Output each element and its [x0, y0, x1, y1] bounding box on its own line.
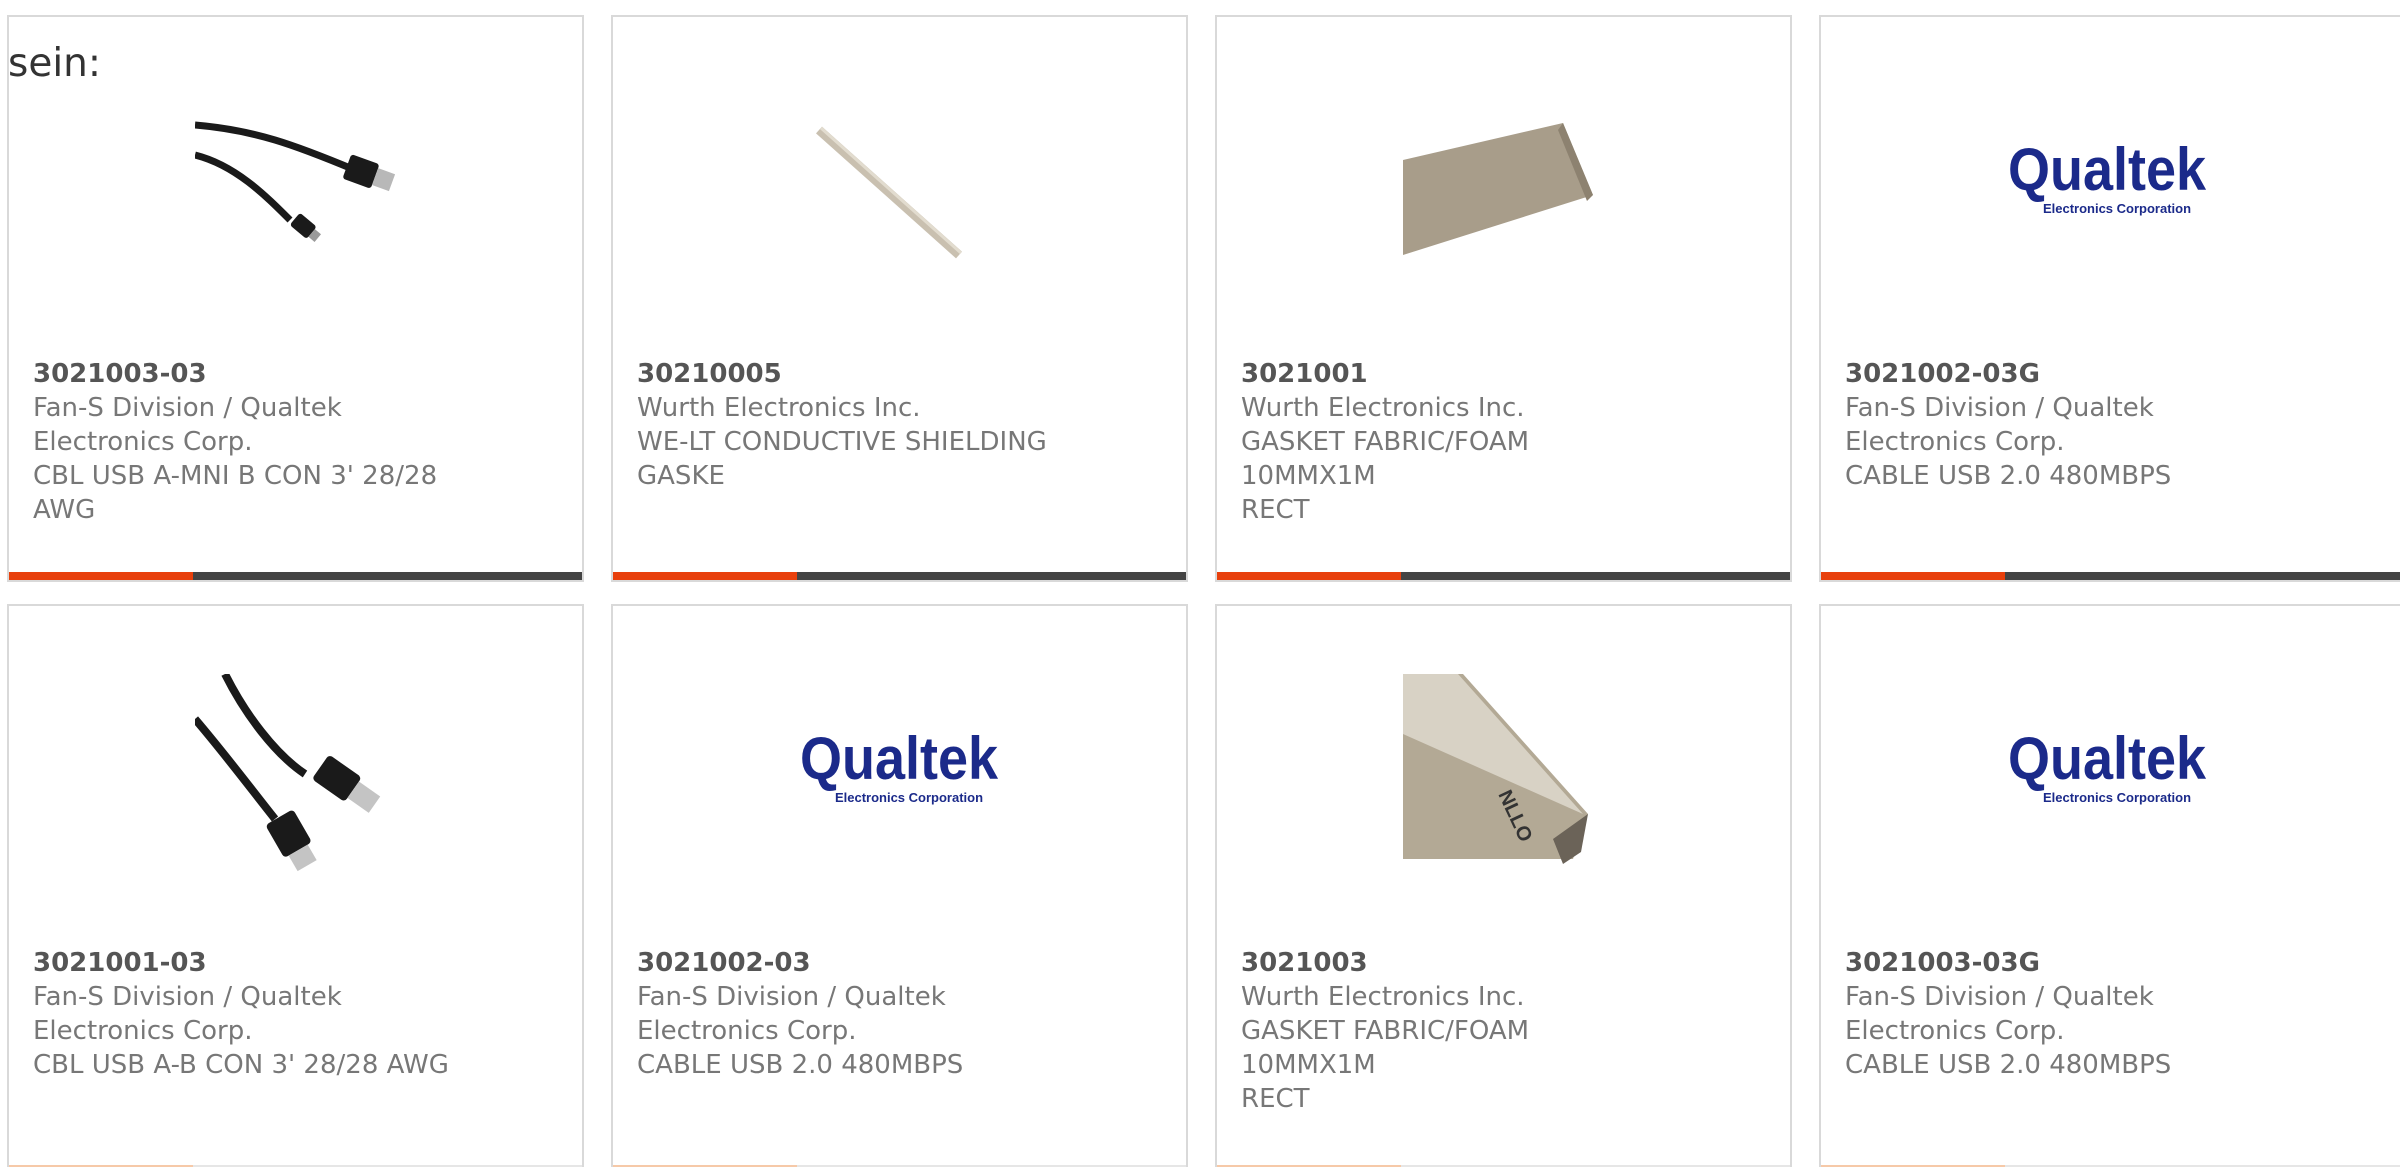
card-accent — [1821, 572, 2005, 580]
logo-tagline: Electronics Corporation — [2043, 790, 2191, 805]
fabric-gasket-icon — [1403, 123, 1593, 255]
product-info: 3021003 Wurth Electronics Inc. GASKET FA… — [1241, 946, 1671, 1116]
product-image[interactable] — [1403, 85, 1603, 285]
logo-brand: Qualtek — [2008, 136, 2206, 203]
part-number-link[interactable]: 3021001 — [1241, 357, 1671, 391]
product-card[interactable]: Qualtek Electronics Corporation 3021003-… — [1819, 604, 2400, 1167]
manufacturer: Electronics Corp. — [1845, 427, 2065, 457]
product-card[interactable]: 3021001-03 Fan-S Division / Qualtek Elec… — [7, 604, 584, 1167]
manufacturer: Wurth Electronics Inc. — [1241, 982, 1525, 1012]
qualtek-logo: Qualtek Electronics Corporation — [799, 674, 999, 874]
part-number-link[interactable]: 3021003-03 — [33, 357, 463, 391]
product-info: 3021001 Wurth Electronics Inc. GASKET FA… — [1241, 357, 1671, 527]
card-bottom-bar — [613, 572, 1186, 580]
product-info: 3021001-03 Fan-S Division / Qualtek Elec… — [33, 946, 463, 1082]
card-bottom-bar — [1821, 572, 2400, 580]
part-number-link[interactable]: 3021002-03G — [1845, 357, 2275, 391]
intro-text: sein: — [8, 41, 102, 86]
gasket-profile-icon: NLLO — [1403, 674, 1588, 864]
product-info: 3021003-03 Fan-S Division / Qualtek Elec… — [33, 357, 463, 527]
product-info: 3021002-03G Fan-S Division / Qualtek Ele… — [1845, 357, 2275, 493]
qualtek-logo: Qualtek Electronics Corporation — [2007, 85, 2207, 285]
product-card[interactable]: 3021003-03 Fan-S Division / Qualtek Elec… — [7, 15, 584, 582]
product-card[interactable]: Qualtek Electronics Corporation 3021002-… — [1819, 15, 2400, 582]
description: GASKET FABRIC/FOAM 10MMX1M — [1241, 1016, 1530, 1080]
manufacturer: Fan-S Division / Qualtek — [33, 982, 342, 1012]
product-info: 3021003-03G Fan-S Division / Qualtek Ele… — [1845, 946, 2275, 1082]
description: CBL USB A-B CON 3' 28/28 AWG — [33, 1050, 449, 1080]
manufacturer: Wurth Electronics Inc. — [1241, 393, 1525, 423]
description: RECT — [1241, 1084, 1310, 1114]
product-grid-page: sein: 3021003-03 Fan-S Division / Qualte… — [0, 0, 2400, 1167]
manufacturer: Fan-S Division / Qualtek — [637, 982, 946, 1012]
description: GASKET FABRIC/FOAM 10MMX1M — [1241, 427, 1530, 491]
product-card[interactable]: Qualtek Electronics Corporation 3021002-… — [611, 604, 1188, 1167]
card-accent — [613, 572, 797, 580]
part-number-link[interactable]: 3021001-03 — [33, 946, 463, 980]
product-image[interactable] — [195, 85, 395, 285]
product-image[interactable]: Qualtek Electronics Corporation — [799, 674, 999, 874]
description: WE-LT CONDUCTIVE SHIELDING — [637, 427, 1047, 457]
product-card[interactable]: 3021001 Wurth Electronics Inc. GASKET FA… — [1215, 15, 1792, 582]
product-image[interactable] — [799, 85, 999, 285]
manufacturer: Wurth Electronics Inc. — [637, 393, 921, 423]
logo-tagline: Electronics Corporation — [835, 790, 983, 805]
description: CABLE USB 2.0 480MBPS — [1845, 461, 2172, 491]
logo-brand: Qualtek — [800, 725, 998, 792]
product-info: 30210005 Wurth Electronics Inc. WE-LT CO… — [637, 357, 1067, 493]
logo-brand: Qualtek — [2008, 725, 2206, 792]
card-bottom-bar — [9, 572, 582, 580]
manufacturer: Electronics Corp. — [637, 1016, 857, 1046]
description: CABLE USB 2.0 480MBPS — [1845, 1050, 2172, 1080]
part-number-link[interactable]: 30210005 — [637, 357, 1067, 391]
description: RECT — [1241, 495, 1310, 525]
product-info: 3021002-03 Fan-S Division / Qualtek Elec… — [637, 946, 1067, 1082]
manufacturer: Fan-S Division / Qualtek — [1845, 982, 2154, 1012]
card-bottom-bar — [1217, 572, 1790, 580]
product-card[interactable]: NLLO 3021003 Wurth Electronics Inc. GASK… — [1215, 604, 1792, 1167]
manufacturer: Electronics Corp. — [1845, 1016, 2065, 1046]
description: AWG — [33, 495, 96, 525]
card-accent — [9, 572, 193, 580]
card-accent — [1217, 572, 1401, 580]
part-number-link[interactable]: 3021003-03G — [1845, 946, 2275, 980]
usb-ab-cable-icon — [195, 674, 381, 872]
part-number-link[interactable]: 3021002-03 — [637, 946, 1067, 980]
usb-mini-cable-icon — [195, 121, 395, 242]
part-number-link[interactable]: 3021003 — [1241, 946, 1671, 980]
qualtek-logo: Qualtek Electronics Corporation — [2007, 674, 2207, 874]
product-card[interactable]: 30210005 Wurth Electronics Inc. WE-LT CO… — [611, 15, 1188, 582]
product-image[interactable]: NLLO — [1403, 674, 1603, 874]
product-image[interactable]: Qualtek Electronics Corporation — [2007, 674, 2207, 874]
product-image[interactable] — [195, 674, 395, 874]
description: GASKE — [637, 461, 725, 491]
manufacturer: Fan-S Division / Qualtek — [33, 393, 342, 423]
manufacturer: Electronics Corp. — [33, 1016, 253, 1046]
product-grid: 3021003-03 Fan-S Division / Qualtek Elec… — [7, 15, 2400, 1167]
shielding-strip-icon — [816, 126, 962, 259]
description: CBL USB A-MNI B CON 3' 28/28 — [33, 461, 438, 491]
description: CABLE USB 2.0 480MBPS — [637, 1050, 964, 1080]
manufacturer: Fan-S Division / Qualtek — [1845, 393, 2154, 423]
product-image[interactable]: Qualtek Electronics Corporation — [2007, 85, 2207, 285]
logo-tagline: Electronics Corporation — [2043, 201, 2191, 216]
manufacturer: Electronics Corp. — [33, 427, 253, 457]
